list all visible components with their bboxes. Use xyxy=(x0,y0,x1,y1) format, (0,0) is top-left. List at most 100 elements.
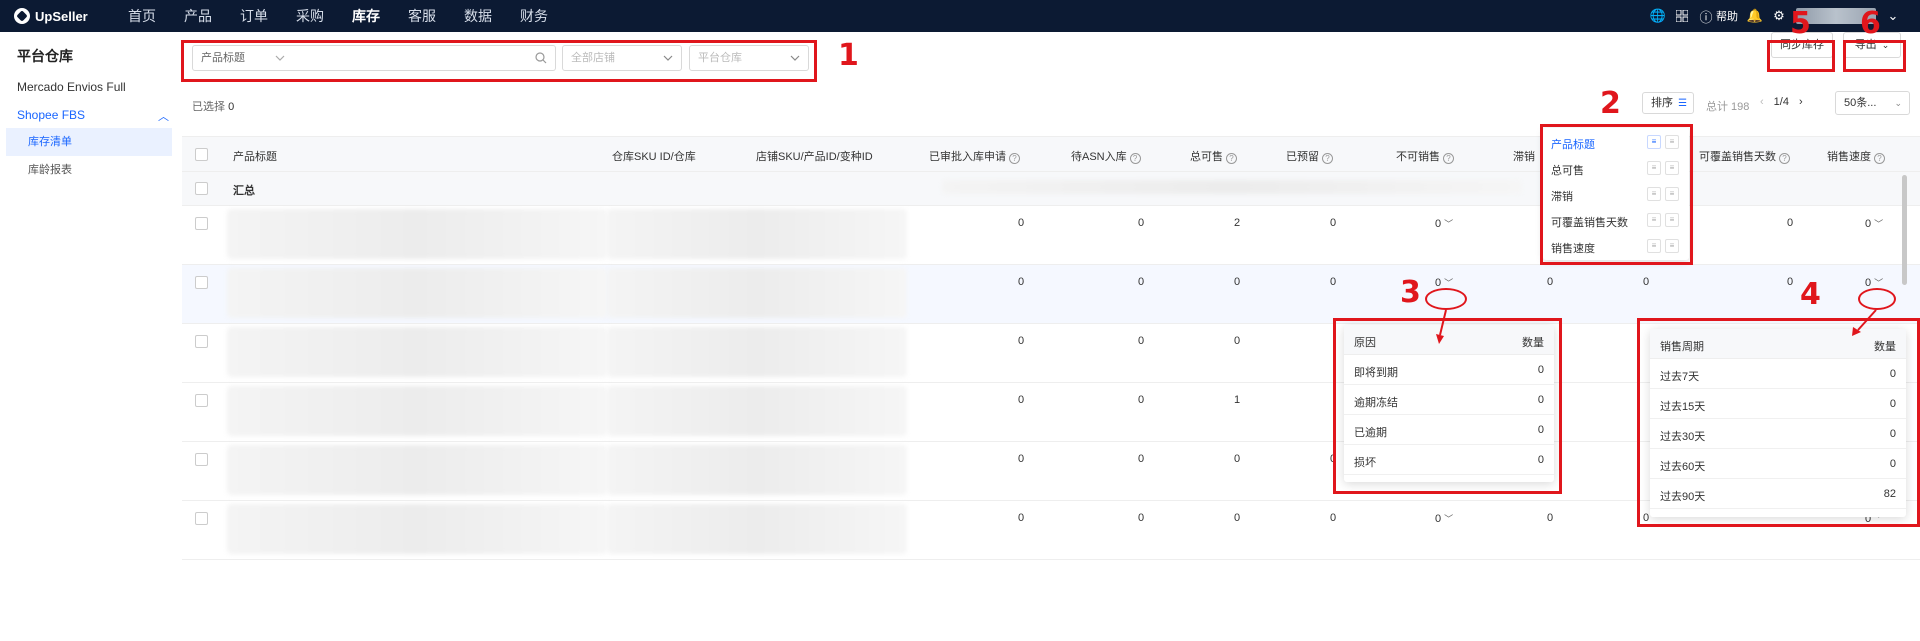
annotation-number-6: 6 xyxy=(1860,6,1881,41)
column-approved-inbound: 已审批入库申请? xyxy=(929,148,1020,164)
sidebar-item-shopee-fbs[interactable]: Shopee FBS xyxy=(17,108,85,122)
cell-days-of-cover: 0 xyxy=(1643,276,1650,288)
annotation-number-5: 5 xyxy=(1790,6,1811,41)
nav-data[interactable]: 数据 xyxy=(464,6,492,26)
nav-finance[interactable]: 财务 xyxy=(520,6,548,26)
sku-info-redacted xyxy=(607,504,907,554)
gear-icon[interactable]: ⚙ xyxy=(1772,8,1786,23)
column-product-title[interactable]: 产品标题 xyxy=(233,148,277,164)
vertical-scrollbar[interactable] xyxy=(1902,175,1907,285)
cell-total-sellable: 2 xyxy=(1234,217,1241,229)
column-reserved-label: 已预留 xyxy=(1286,151,1319,163)
help-icon[interactable]: ? xyxy=(1129,153,1141,164)
sku-info-redacted xyxy=(607,268,907,318)
cell-approved: 0 xyxy=(1018,276,1025,288)
page-indicator: 1/4 xyxy=(1773,96,1789,108)
help-icon[interactable]: ? xyxy=(1226,153,1237,164)
cell-unsellable-value: 0 xyxy=(1435,218,1442,230)
cell-slow-moving: 0 xyxy=(1547,512,1554,524)
column-reserved: 已预留? xyxy=(1286,148,1333,164)
product-info-redacted xyxy=(227,268,607,318)
sku-info-redacted xyxy=(607,445,907,495)
annotation-number-4: 4 xyxy=(1800,277,1821,312)
selected-label: 已选择 xyxy=(192,101,225,113)
cell-approved: 0 xyxy=(1018,335,1025,347)
annotation-ellipse-unsellable xyxy=(1425,288,1467,310)
next-page-icon[interactable]: › xyxy=(1799,96,1803,108)
cell-sales-velocity[interactable]: 0 ﹀ xyxy=(1865,217,1883,230)
column-pending-asn: 待ASN入库? xyxy=(1071,148,1141,164)
row-checkbox[interactable] xyxy=(195,217,208,230)
cell-reserved: 0 xyxy=(1330,276,1337,288)
cell-unsellable[interactable]: 0﹀ xyxy=(1435,217,1453,230)
top-navigation-bar: UpSeller 首页 产品 订单 采购 库存 客服 数据 财务 🌐 ⓘ 帮助 … xyxy=(0,0,1920,32)
cell-sales-velocity[interactable]: 0 ﹀ xyxy=(1865,276,1883,289)
row-checkbox[interactable] xyxy=(195,335,208,348)
nav-inventory[interactable]: 库存 xyxy=(352,6,380,26)
help-link[interactable]: ⓘ 帮助 xyxy=(1699,8,1738,25)
sku-info-redacted xyxy=(607,327,907,377)
column-days-of-cover-label: 可覆盖销售天数 xyxy=(1699,151,1776,163)
row-checkbox[interactable] xyxy=(195,394,208,407)
sidebar-item-label: Shopee FBS xyxy=(17,108,86,122)
bell-icon[interactable]: 🔔 xyxy=(1747,8,1763,23)
cell-total-sellable: 0 xyxy=(1234,276,1241,288)
sort-button[interactable]: 排序 ☰ xyxy=(1642,92,1694,114)
sidebar-subitem-inventory-list[interactable]: 库存清单 xyxy=(6,128,172,156)
annotation-box-filters xyxy=(181,40,817,82)
apps-grid-icon[interactable] xyxy=(1675,9,1689,23)
column-total-sellable-label: 总可售 xyxy=(1190,151,1223,163)
logo-text: UpSeller xyxy=(35,8,88,24)
help-icon[interactable]: ? xyxy=(1322,153,1333,164)
chevron-up-icon[interactable]: ︿ xyxy=(158,108,169,124)
chevron-down-icon: ﹀ xyxy=(1444,514,1454,524)
help-icon[interactable]: ? xyxy=(1443,153,1454,164)
cell-unsellable-value: 0 xyxy=(1435,277,1442,289)
prev-page-icon[interactable]: ‹ xyxy=(1760,96,1764,108)
chevron-down-icon: ﹀ xyxy=(1444,278,1454,288)
globe-icon[interactable]: 🌐 xyxy=(1650,8,1666,23)
nav-home[interactable]: 首页 xyxy=(128,6,156,26)
row-checkbox[interactable] xyxy=(195,512,208,525)
annotation-number-1: 1 xyxy=(838,38,859,73)
cell-total-sellable: 0 xyxy=(1234,512,1241,524)
sort-list-icon: ☰ xyxy=(1678,98,1688,109)
pagination: ‹ 1/4 › xyxy=(1760,96,1803,108)
annotation-ellipse-sales-velocity xyxy=(1858,288,1896,310)
help-icon[interactable]: ? xyxy=(1009,153,1020,164)
nav-customer-service[interactable]: 客服 xyxy=(408,6,436,26)
chevron-down-icon[interactable]: ⌄ xyxy=(1886,8,1900,23)
chevron-down-icon: ﹀ xyxy=(1874,278,1884,288)
cell-total-sellable: 1 xyxy=(1234,394,1241,406)
annotation-box-export-button xyxy=(1843,40,1906,72)
cell-days-of-cover-2: 0 xyxy=(1787,276,1794,288)
select-all-checkbox[interactable] xyxy=(195,148,208,161)
row-checkbox[interactable] xyxy=(195,276,208,289)
sidebar-item-mercado-envios-full[interactable]: Mercado Envios Full xyxy=(17,80,126,94)
sort-button-label: 排序 xyxy=(1651,97,1673,109)
summary-checkbox[interactable] xyxy=(195,182,208,195)
column-slow-moving: 滞销 xyxy=(1513,151,1535,163)
cell-approved: 0 xyxy=(1018,512,1025,524)
help-icon[interactable]: ? xyxy=(1779,153,1790,164)
annotation-box-sort-menu xyxy=(1540,124,1693,265)
cell-sales-velocity-value: 0 xyxy=(1865,277,1872,289)
column-store-sku: 店铺SKU/产品ID/变种ID xyxy=(756,151,873,163)
cell-unsellable[interactable]: 0﹀ xyxy=(1435,512,1453,525)
column-unsellable: 不可销售? xyxy=(1396,148,1454,164)
nav-products[interactable]: 产品 xyxy=(184,6,212,26)
help-icon[interactable]: ? xyxy=(1874,153,1885,164)
upseller-logo[interactable]: UpSeller xyxy=(14,8,114,24)
selection-count: 已选择 0 xyxy=(192,98,234,114)
column-approved-inbound-label: 已审批入库申请 xyxy=(929,151,1006,163)
cell-days-of-cover: 0 xyxy=(1787,217,1794,229)
page-size-select[interactable]: 50条... ⌄ xyxy=(1835,91,1910,115)
row-checkbox[interactable] xyxy=(195,453,208,466)
cell-pending-asn: 0 xyxy=(1138,276,1145,288)
sidebar-subitem-inventory-age-report[interactable]: 库龄报表 xyxy=(6,156,172,184)
column-pending-asn-label: 待ASN入库 xyxy=(1071,151,1127,163)
nav-orders[interactable]: 订单 xyxy=(240,6,268,26)
nav-purchase[interactable]: 采购 xyxy=(296,6,324,26)
table-row: 0 0 0 0 0 ﹀ 0 0 0 0 ﹀ xyxy=(182,265,1920,324)
cell-pending-asn: 0 xyxy=(1138,217,1145,229)
